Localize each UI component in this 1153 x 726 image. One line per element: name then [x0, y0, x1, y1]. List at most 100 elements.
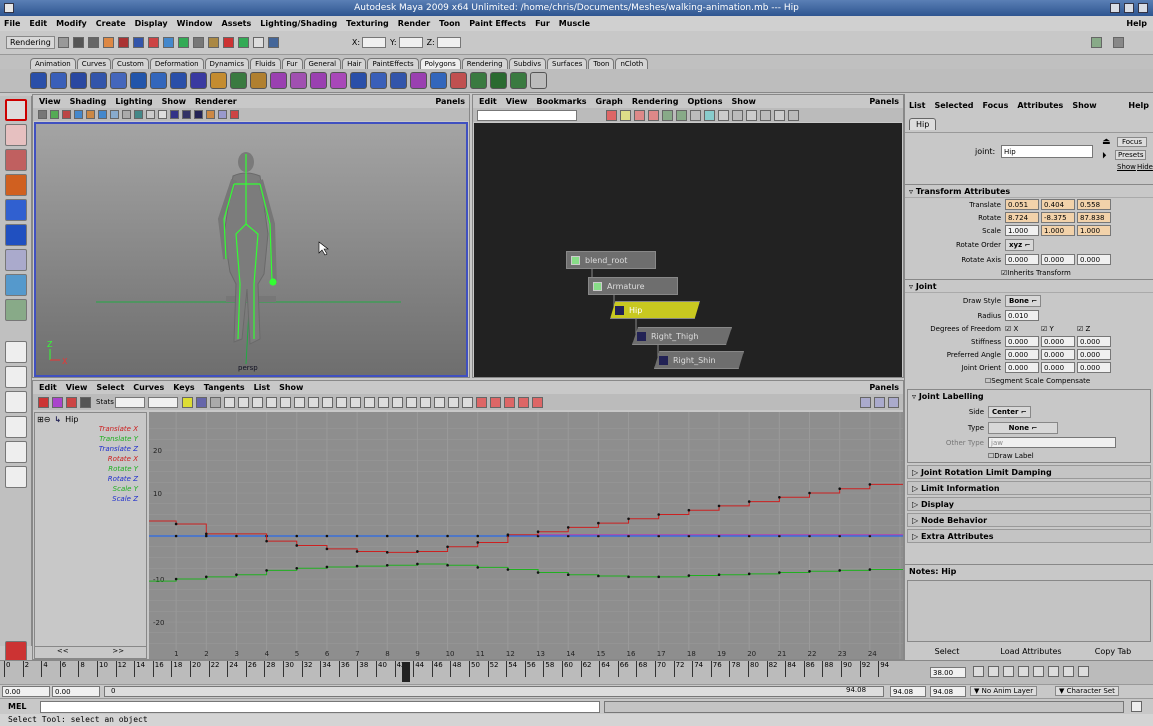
previous-view-icon[interactable]: [704, 109, 715, 121]
hypershade-layout-icon[interactable]: [5, 466, 27, 488]
hypergraph-menu-bookmarks[interactable]: Bookmarks: [536, 95, 586, 108]
channel-scale-z[interactable]: Scale Z: [35, 495, 146, 505]
hypergraph-menu-view[interactable]: View: [506, 95, 528, 108]
stiffness-x-field[interactable]: 0.000: [1005, 336, 1039, 347]
viewport-menu-view[interactable]: View: [39, 95, 61, 108]
copy-tab-button[interactable]: Copy Tab: [1074, 645, 1152, 659]
render-settings-icon[interactable]: [237, 37, 249, 48]
manipulator-tool-icon[interactable]: [5, 249, 27, 271]
maximize-icon[interactable]: [1124, 3, 1134, 13]
node-armature[interactable]: Armature: [588, 277, 678, 295]
attribute-editor-menu-selected[interactable]: Selected: [934, 94, 973, 118]
lock-tangent-weight-icon[interactable]: [377, 396, 389, 408]
rotate-x-field[interactable]: 8.724: [1005, 212, 1039, 223]
add-key-icon[interactable]: [66, 396, 77, 408]
shelf-tab-ncloth[interactable]: nCloth: [615, 58, 649, 69]
hud-icon[interactable]: [230, 110, 239, 119]
swap-buffer-icon[interactable]: [321, 396, 333, 408]
save-scene-icon[interactable]: [87, 37, 99, 48]
hide-button[interactable]: Hide: [1137, 163, 1153, 171]
fill-hole-icon[interactable]: [330, 72, 347, 89]
attribute-editor-toggle-icon[interactable]: [1113, 37, 1124, 48]
view-options-icon[interactable]: [860, 396, 871, 408]
shelf-tab-rendering[interactable]: Rendering: [461, 58, 508, 69]
two-view-layout-icon[interactable]: [5, 391, 27, 413]
shelf-tab-painteffects[interactable]: PaintEffects: [367, 58, 419, 69]
wireframe-icon[interactable]: [122, 110, 131, 119]
end-time-field[interactable]: 94.08: [930, 686, 966, 697]
film-gate-icon[interactable]: [98, 110, 107, 119]
viewport-menu-show[interactable]: Show: [162, 95, 186, 108]
attribute-editor-menu-list[interactable]: List: [909, 94, 925, 118]
shelf-tab-subdivs[interactable]: Subdivs: [508, 58, 547, 69]
extrude-icon[interactable]: [350, 72, 367, 89]
snap-point-icon[interactable]: [177, 37, 189, 48]
hypergraph-panels-menu[interactable]: Panels: [869, 95, 899, 108]
new-scene-icon[interactable]: [57, 37, 69, 48]
graph-editor-menu-select[interactable]: Select: [96, 381, 124, 394]
move-key-icon[interactable]: [38, 396, 49, 408]
isolate-select-icon[interactable]: [206, 110, 215, 119]
view-settings-icon[interactable]: [888, 396, 899, 408]
orient-y-field[interactable]: 0.000: [1041, 362, 1075, 373]
grid-icon[interactable]: [86, 110, 95, 119]
shelf-tab-fur[interactable]: Fur: [281, 58, 303, 69]
character-set-dropdown[interactable]: ▼ Character Set: [1055, 686, 1119, 696]
rotate-axis-y-field[interactable]: 0.000: [1041, 254, 1075, 265]
xray-icon[interactable]: [158, 110, 167, 119]
open-scene-icon[interactable]: [72, 37, 84, 48]
swatch-icon[interactable]: [746, 109, 757, 121]
frame-all-icon[interactable]: [648, 109, 659, 121]
channel-translate-x[interactable]: Translate X: [35, 425, 146, 435]
current-time-marker[interactable]: [402, 662, 410, 682]
attribute-editor-menu-attributes[interactable]: Attributes: [1017, 94, 1063, 118]
graph-editor-panels-menu[interactable]: Panels: [869, 381, 899, 394]
step-forward-icon[interactable]: [1063, 666, 1074, 677]
outliner-layout-icon[interactable]: [5, 416, 27, 438]
select-hierarchy-icon[interactable]: [102, 37, 114, 48]
select-component-icon[interactable]: [132, 37, 144, 48]
play-forwards-icon[interactable]: [1033, 666, 1044, 677]
menu-edit[interactable]: Edit: [29, 16, 47, 31]
select-tool-icon[interactable]: [5, 99, 27, 121]
viewport-menu-renderer[interactable]: Renderer: [195, 95, 237, 108]
menu-texturing[interactable]: Texturing: [346, 16, 389, 31]
history-icon[interactable]: [192, 37, 204, 48]
hypergraph-canvas[interactable]: blend_root Armature Hip Right_Thigh Righ…: [474, 123, 902, 377]
plateau-tangents-icon[interactable]: [293, 396, 305, 408]
shelf-tab-deformation[interactable]: Deformation: [149, 58, 204, 69]
outliner-hip-row[interactable]: ⊞⊖ ↳ Hip: [35, 413, 146, 425]
script-editor-icon[interactable]: [1131, 701, 1142, 712]
load-attributes-button[interactable]: Load Attributes: [990, 645, 1072, 659]
next-view-icon[interactable]: [718, 109, 729, 121]
section-display[interactable]: ▷ Display: [907, 497, 1151, 511]
boolean-icon[interactable]: [290, 72, 307, 89]
show-manipulator-icon[interactable]: [5, 299, 27, 321]
y-field[interactable]: [398, 37, 423, 48]
key-select-icon[interactable]: [517, 396, 529, 408]
step-tangents-icon[interactable]: [279, 396, 291, 408]
playback-end-field[interactable]: 94.08: [890, 686, 926, 697]
insert-key-icon[interactable]: [52, 396, 63, 408]
linear-tangents-icon[interactable]: [251, 396, 263, 408]
preferred-x-field[interactable]: 0.000: [1005, 349, 1039, 360]
tab-hip[interactable]: Hip: [909, 118, 937, 130]
channel-rotate-x[interactable]: Rotate X: [35, 455, 146, 465]
presets-button[interactable]: Presets: [1115, 150, 1147, 160]
node-hip[interactable]: Hip: [610, 301, 700, 319]
bookmark-graph-icon[interactable]: [634, 109, 645, 121]
rotate-axis-z-field[interactable]: 0.000: [1077, 254, 1111, 265]
stats-value-field[interactable]: [147, 396, 178, 408]
menu-lighting-shading[interactable]: Lighting/Shading: [260, 16, 337, 31]
menu-window[interactable]: Window: [177, 16, 213, 31]
frame-selection-icon[interactable]: [662, 109, 673, 121]
menu-paint-effects[interactable]: Paint Effects: [469, 16, 526, 31]
attribute-editor-help-menu[interactable]: Help: [1128, 94, 1149, 118]
time-slider[interactable]: 0246810121416182022242628303234363840424…: [0, 660, 1153, 684]
view-mode-icon[interactable]: [874, 396, 885, 408]
hypergraph-menu-graph[interactable]: Graph: [596, 95, 623, 108]
step-back-icon[interactable]: [988, 666, 999, 677]
start-time-field[interactable]: 0.00: [2, 686, 50, 697]
current-time-field[interactable]: 38.00: [930, 667, 966, 678]
free-tangent-weight-icon[interactable]: [363, 396, 375, 408]
